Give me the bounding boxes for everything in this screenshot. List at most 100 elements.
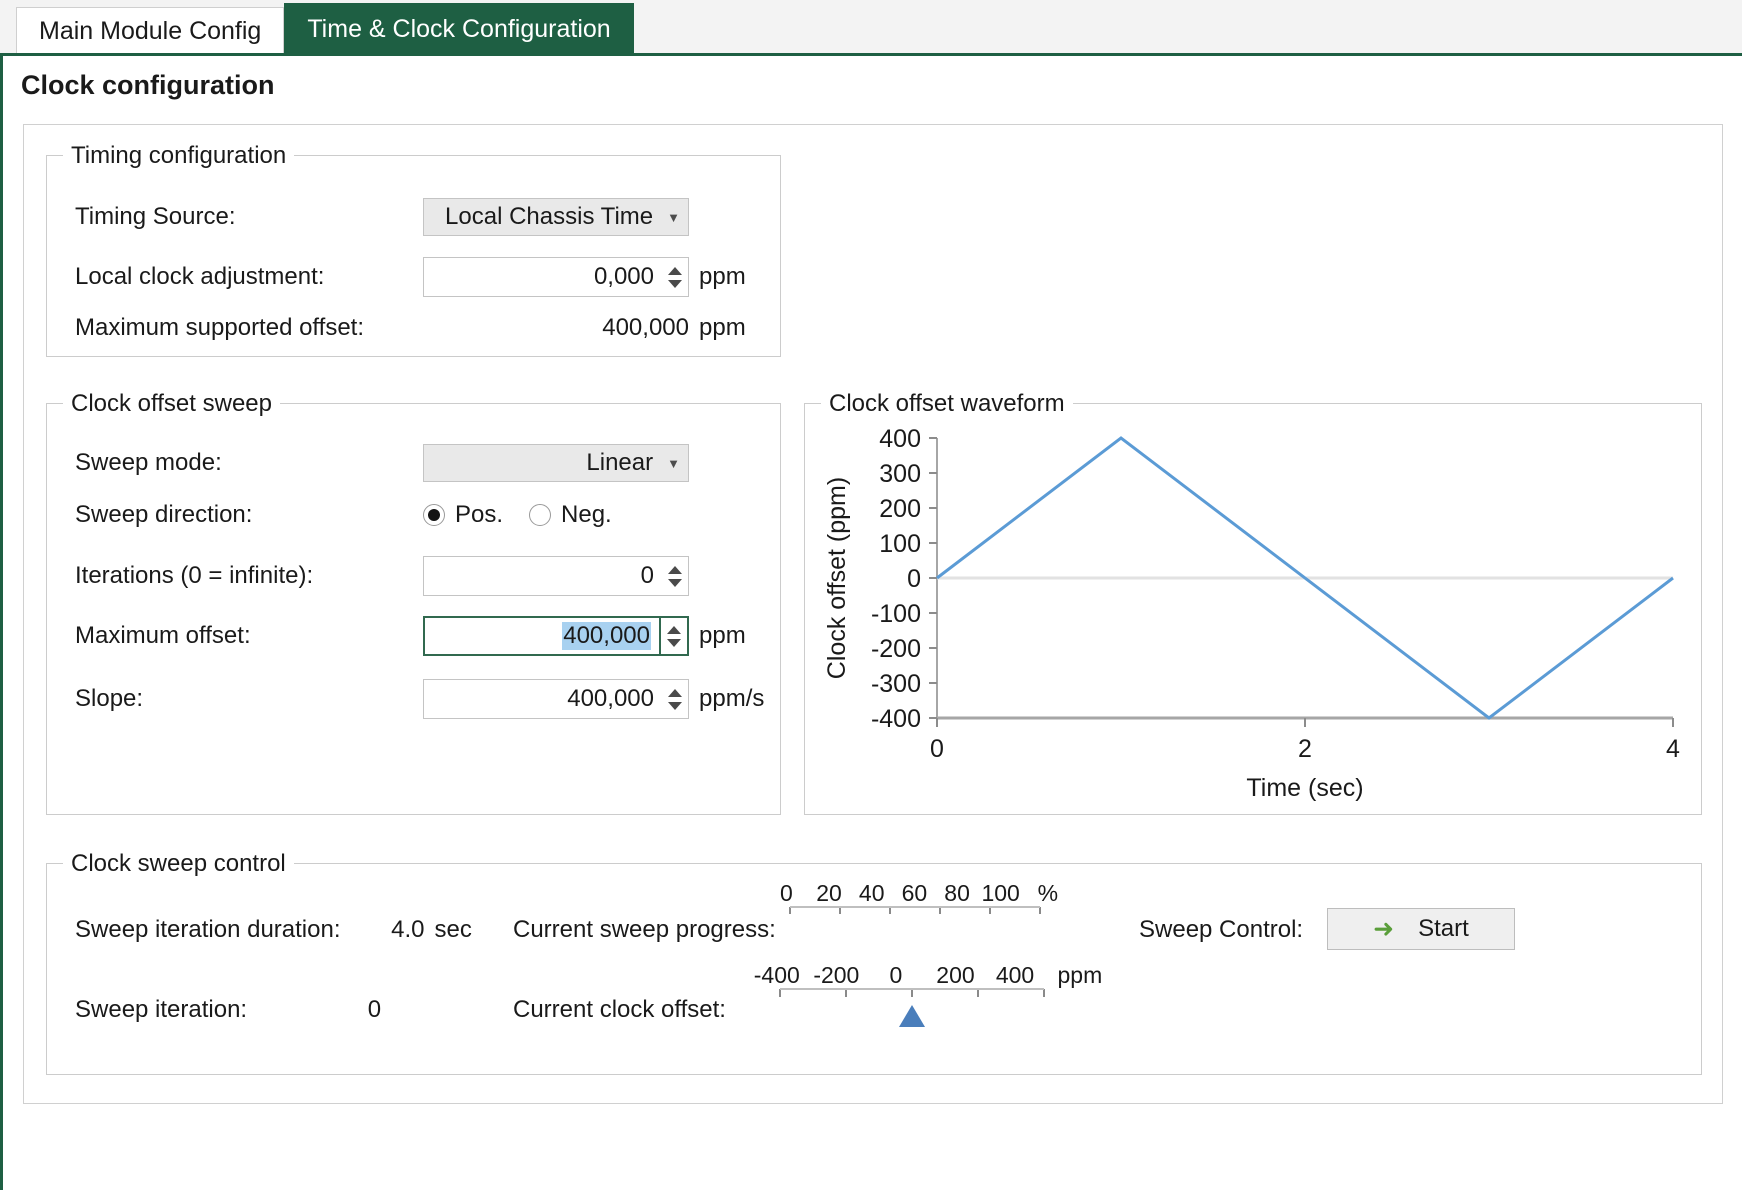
slope-stepper[interactable]: 400,000 xyxy=(423,679,689,719)
green-arrow-icon: ➜ xyxy=(1373,914,1395,943)
maximum-offset-arrows[interactable] xyxy=(659,618,687,654)
clock-offset-tick-3: 200 xyxy=(936,962,975,988)
clock-offset-tick-4: 400 xyxy=(995,962,1035,988)
triangle-up-marker[interactable] xyxy=(899,1005,925,1027)
slope-unit: ppm/s xyxy=(699,685,765,712)
maximum-offset-label: Maximum offset: xyxy=(75,622,251,649)
sweep-progress-unit: % xyxy=(1037,880,1059,906)
radio-sweep-direction-neg[interactable] xyxy=(529,504,552,526)
slope-value[interactable]: 400,000 xyxy=(424,680,662,718)
svg-text:0: 0 xyxy=(930,735,944,763)
row-iterations: Iterations (0 = infinite): 0 xyxy=(75,556,689,596)
local-clock-adjustment-label: Local clock adjustment: xyxy=(75,263,325,290)
sweep-progress-ticks: 0 20 40 60 80 100 % xyxy=(765,880,1065,907)
spinner-up-icon[interactable] xyxy=(668,688,682,697)
row-slope: Slope: 400,000 ppm/s xyxy=(75,679,764,719)
row-timing-source: Timing Source: Local Chassis Time ▼ xyxy=(75,198,689,236)
sweep-progress-axis xyxy=(789,906,1041,914)
tab-strip: Main Module Config Time & Clock Configur… xyxy=(0,0,1742,56)
sweep-progress-tick-3: 60 xyxy=(901,880,928,906)
radio-sweep-direction-pos[interactable] xyxy=(423,504,445,526)
svg-text:-100: -100 xyxy=(871,600,921,628)
sweep-mode-select[interactable]: Linear ▼ xyxy=(423,444,689,482)
timing-source-select[interactable]: Local Chassis Time ▼ xyxy=(423,198,689,236)
radio-sweep-direction-neg-label[interactable]: Neg. xyxy=(561,501,612,529)
svg-text:0: 0 xyxy=(907,565,921,593)
maximum-offset-value[interactable]: 400,000 xyxy=(562,622,651,650)
local-clock-adjustment-value[interactable]: 0,000 xyxy=(424,258,662,296)
sweep-direction-radio-group: Pos. Neg. xyxy=(423,501,689,529)
group-clock-sweep-control: Clock sweep control Sweep iteration dura… xyxy=(46,850,1702,1075)
group-clock-offset-sweep: Clock offset sweep Sweep mode: Linear ▼ … xyxy=(46,390,781,815)
iterations-label: Iterations (0 = infinite): xyxy=(75,562,314,589)
row-sweep-iteration-duration: Sweep iteration duration: 4.0 sec xyxy=(75,916,472,944)
sweep-progress-gauge[interactable]: 0 20 40 60 80 100 % xyxy=(765,880,1065,943)
maximum-supported-offset-unit: ppm xyxy=(699,314,746,341)
clock-offset-ticks: -400 -200 0 200 400 ppm xyxy=(747,962,1107,989)
svg-text:Clock offset (ppm): Clock offset (ppm) xyxy=(823,477,851,679)
svg-text:-300: -300 xyxy=(871,670,921,698)
clock-offset-axis xyxy=(779,988,1045,1027)
spinner-up-icon[interactable] xyxy=(668,266,682,275)
svg-text:400: 400 xyxy=(879,425,921,453)
radio-sweep-direction-pos-label[interactable]: Pos. xyxy=(455,501,503,529)
row-current-sweep-progress: Current sweep progress: xyxy=(513,916,776,944)
spinner-up-icon[interactable] xyxy=(668,565,682,574)
sweep-iteration-duration-unit: sec xyxy=(434,916,472,943)
row-current-clock-offset: Current clock offset: xyxy=(513,996,758,1024)
row-maximum-supported-offset: Maximum supported offset: 400,000 ppm xyxy=(75,314,746,342)
local-clock-adjustment-stepper[interactable]: 0,000 xyxy=(423,257,689,297)
waveform-plot: 400 300 200 100 0 -100 -200 -300 -400 0 2 4 Time (se… xyxy=(823,425,1680,802)
sweep-progress-tick-2: 40 xyxy=(858,880,885,906)
local-clock-adjustment-arrows[interactable] xyxy=(662,258,688,296)
chevron-down-icon: ▼ xyxy=(667,209,680,225)
svg-text:-200: -200 xyxy=(871,635,921,663)
iterations-value[interactable]: 0 xyxy=(424,557,662,595)
sweep-progress-tick-5: 100 xyxy=(981,880,1020,906)
spinner-down-icon[interactable] xyxy=(668,279,682,288)
slope-arrows[interactable] xyxy=(662,680,688,718)
slope-label: Slope: xyxy=(75,685,144,712)
spinner-down-icon[interactable] xyxy=(668,701,682,710)
clock-offset-unit: ppm xyxy=(1057,962,1103,988)
tab-main-module-config[interactable]: Main Module Config xyxy=(16,7,285,53)
maximum-offset-unit: ppm xyxy=(699,622,746,649)
sweep-progress-tick-4: 80 xyxy=(944,880,970,906)
group-control-legend: Clock sweep control xyxy=(63,850,294,878)
group-clock-offset-waveform: Clock offset waveform 400 300 200 100 0 -100 -… xyxy=(804,390,1702,815)
sweep-control-label: Sweep Control: xyxy=(1139,916,1304,943)
svg-text:-400: -400 xyxy=(871,705,921,733)
start-button[interactable]: ➜ Start xyxy=(1327,908,1515,950)
clock-offset-gauge[interactable]: -400 -200 0 200 400 ppm xyxy=(747,962,1107,1031)
spinner-up-icon[interactable] xyxy=(667,625,681,634)
iterations-stepper[interactable]: 0 xyxy=(423,556,689,596)
svg-text:Time (sec): Time (sec) xyxy=(1246,774,1363,802)
page-title: Clock configuration xyxy=(21,70,275,100)
current-clock-offset-label: Current clock offset: xyxy=(513,996,726,1023)
current-sweep-progress-label: Current sweep progress: xyxy=(513,916,776,943)
sweep-mode-value: Linear xyxy=(586,449,654,476)
spinner-down-icon[interactable] xyxy=(668,578,682,587)
tab-time-clock-configuration[interactable]: Time & Clock Configuration xyxy=(284,3,634,53)
svg-text:300: 300 xyxy=(879,460,921,488)
row-sweep-direction: Sweep direction: Pos. Neg. xyxy=(75,501,689,529)
group-timing-configuration: Timing configuration Timing Source: Loca… xyxy=(46,142,781,357)
spinner-down-icon[interactable] xyxy=(667,638,681,647)
iterations-arrows[interactable] xyxy=(662,557,688,595)
svg-text:100: 100 xyxy=(879,530,921,558)
sweep-progress-tick-0: 0 xyxy=(779,880,793,906)
row-sweep-iteration: Sweep iteration: 0 xyxy=(75,996,381,1024)
maximum-offset-stepper[interactable]: 400,000 xyxy=(423,616,689,656)
maximum-offset-value-wrap[interactable]: 400,000 xyxy=(425,618,659,654)
content-frame: Timing configuration Timing Source: Loca… xyxy=(23,124,1723,1104)
timing-source-label: Timing Source: xyxy=(75,203,236,230)
group-timing-legend: Timing configuration xyxy=(63,142,295,170)
sweep-direction-label: Sweep direction: xyxy=(75,501,253,528)
maximum-supported-offset-label: Maximum supported offset: xyxy=(75,314,365,341)
page-body: Clock configuration Timing configuration… xyxy=(0,56,1742,1190)
row-sweep-mode: Sweep mode: Linear ▼ xyxy=(75,444,689,482)
row-sweep-control: Sweep Control: xyxy=(1139,916,1303,944)
timing-source-value: Local Chassis Time xyxy=(445,203,654,230)
start-button-label: Start xyxy=(1418,915,1469,942)
svg-text:4: 4 xyxy=(1666,735,1680,763)
